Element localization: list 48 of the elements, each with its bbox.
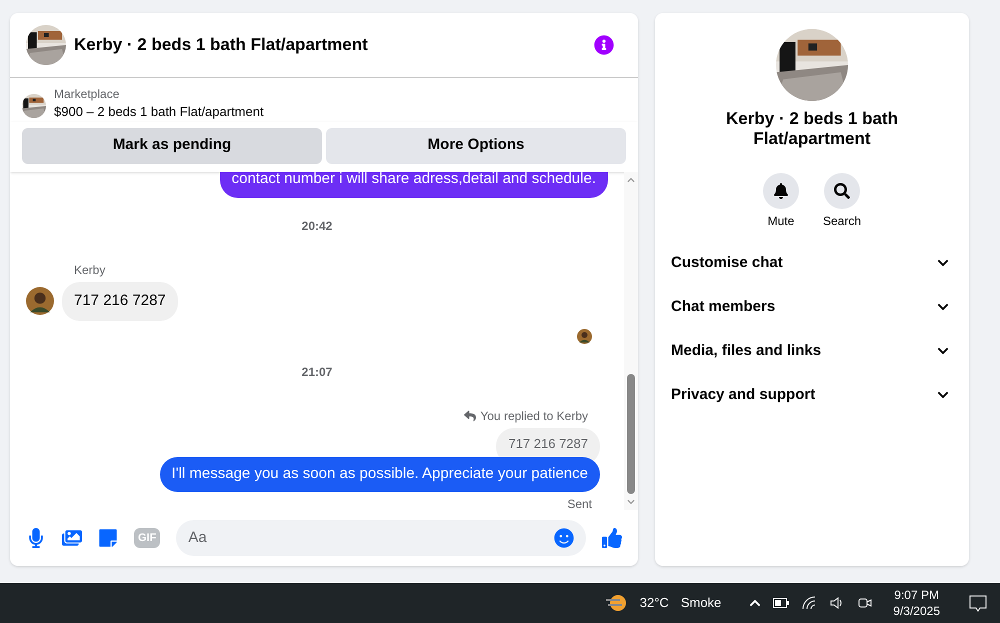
search-icon (834, 183, 850, 199)
chevron-down-icon (937, 301, 949, 313)
bell-icon (772, 183, 789, 199)
reply-icon (464, 410, 476, 422)
image-icon[interactable] (62, 528, 82, 548)
avatar (577, 328, 592, 344)
sender-name: Kerby (74, 262, 106, 278)
temperature: 32°C (640, 594, 669, 612)
chevron-down-icon (937, 345, 949, 357)
battery-icon[interactable] (773, 597, 790, 609)
microphone-icon[interactable] (26, 528, 46, 548)
section-row[interactable]: Chat members (671, 285, 953, 329)
message-status: Sent (567, 496, 592, 510)
message-bubble: contact number i will share adress,detail and schedule. (220, 172, 608, 198)
section-row[interactable]: Media, files and links (671, 329, 953, 373)
clock-date[interactable]: 9/3/2025 (893, 603, 940, 619)
sticker-icon[interactable] (98, 528, 118, 548)
chevron-down-icon (937, 257, 949, 269)
action-button[interactable]: More Options (326, 128, 626, 164)
listing-summary[interactable]: $900 – 2 beds 1 bath Flat/apartment (54, 102, 264, 122)
message-field[interactable]: Aa (176, 520, 586, 556)
thumbs-up-icon[interactable] (602, 528, 622, 548)
scroll-up-icon[interactable] (627, 176, 635, 184)
scrollbar[interactable] (624, 172, 638, 510)
reply-note: You replied to Kerby (480, 408, 588, 424)
scroll-down-icon[interactable] (627, 498, 635, 506)
timestamp: 20:42 (302, 218, 332, 234)
emoji-icon[interactable] (554, 528, 574, 548)
timestamp: 21:07 (302, 364, 332, 380)
action-button[interactable]: Mark as pending (22, 128, 322, 164)
chevron-up-icon[interactable] (749, 597, 762, 609)
message-bubble: I'll message you as soon as possible. Appreciate your patience (160, 457, 600, 492)
chat-title: Kerby · 2 beds 1 bath Flat/apartment (74, 34, 369, 56)
weather-label: Smoke (680, 594, 722, 612)
info-icon[interactable] (594, 35, 614, 55)
scrollbar-thumb[interactable] (627, 374, 635, 494)
clock-time[interactable]: 9:07 PM (894, 587, 939, 603)
section-row[interactable]: Customise chat (671, 241, 953, 285)
details-title: Kerby · 2 beds 1 bath Flat/apartment (725, 109, 899, 149)
message-field[interactable]: Aa (188, 526, 554, 550)
wifi-icon[interactable] (801, 595, 818, 611)
section-row[interactable]: Privacy and support (671, 373, 953, 417)
message-bubble: 717 216 7287 (62, 282, 178, 320)
listing-source: Marketplace (54, 86, 120, 102)
weather-icon (604, 593, 628, 613)
notification-icon[interactable] (968, 593, 988, 613)
avatar (26, 287, 54, 316)
chevron-down-icon (937, 389, 949, 401)
